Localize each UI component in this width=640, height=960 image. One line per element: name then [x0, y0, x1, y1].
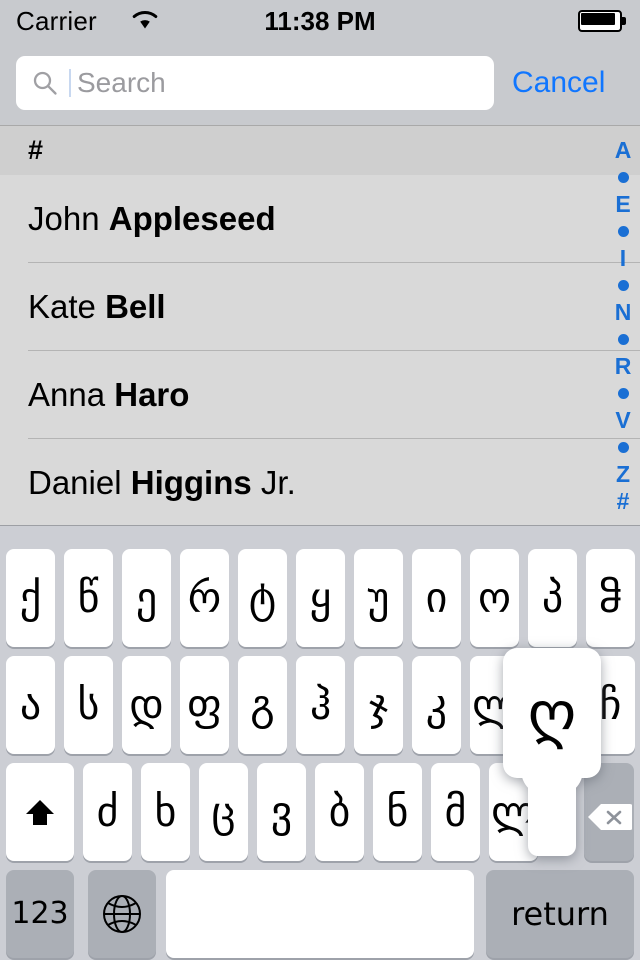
- shift-key[interactable]: [6, 763, 74, 861]
- key-0-row2[interactable]: ა: [6, 656, 55, 754]
- contact-first-name: Kate: [28, 288, 106, 325]
- index-dot[interactable]: [617, 380, 629, 407]
- key-10-row1[interactable]: ჵ: [586, 549, 635, 647]
- key-3-row1[interactable]: რ: [180, 549, 229, 647]
- section-header-label: #: [28, 135, 44, 165]
- section-header: #: [0, 125, 640, 175]
- key-3-row3[interactable]: ვ: [257, 763, 306, 861]
- contact-name: Daniel Higgins Jr.: [28, 464, 296, 502]
- contact-name: John Appleseed: [28, 200, 276, 238]
- contact-first-name: Anna: [28, 376, 115, 413]
- key-popup-preview: ღ: [503, 648, 601, 856]
- list-item[interactable]: Daniel Higgins Jr.: [0, 439, 640, 525]
- contacts-list[interactable]: # John Appleseed Kate Bell Anna Haro Dan…: [0, 125, 640, 525]
- index-dot[interactable]: [617, 164, 629, 191]
- list-item[interactable]: Anna Haro: [0, 351, 640, 439]
- keyboard-row-4: 123 return: [0, 870, 640, 958]
- clock-label: 11:38 PM: [264, 6, 376, 36]
- search-placeholder: Search: [77, 67, 166, 98]
- text-caret: [69, 69, 71, 97]
- contact-first-name: John: [28, 200, 109, 237]
- key-0-row3[interactable]: ძ: [83, 763, 132, 861]
- key-6-row2[interactable]: ჯ: [354, 656, 403, 754]
- key-5-row2[interactable]: ჰ: [296, 656, 345, 754]
- key-4-row3[interactable]: ბ: [315, 763, 364, 861]
- keyboard-row-1: ქწერტყუიოპჵ: [0, 549, 640, 647]
- contact-name: Kate Bell: [28, 288, 166, 326]
- index-letter-a[interactable]: A: [615, 137, 632, 164]
- contact-last-name: Haro: [114, 376, 190, 413]
- key-6-row3[interactable]: მ: [431, 763, 480, 861]
- key-6-row1[interactable]: უ: [354, 549, 403, 647]
- return-key[interactable]: return: [486, 870, 634, 958]
- key-7-row1[interactable]: ი: [412, 549, 461, 647]
- key-2-row3[interactable]: ც: [199, 763, 248, 861]
- index-letter-n[interactable]: N: [615, 299, 632, 326]
- list-item[interactable]: Kate Bell: [0, 263, 640, 351]
- globe-icon: [100, 892, 144, 936]
- georgian-keyboard: ქწერტყუიოპჵ ღ ასდფგჰჯკლღჩ ძხცვ: [0, 525, 640, 960]
- key-1-row2[interactable]: ს: [64, 656, 113, 754]
- key-popup-char: ღ: [503, 648, 601, 778]
- index-letter-v[interactable]: V: [615, 407, 630, 434]
- key-1-row3[interactable]: ხ: [141, 763, 190, 861]
- cancel-button[interactable]: Cancel: [512, 56, 605, 110]
- index-letter-e[interactable]: E: [615, 191, 630, 218]
- contact-name: Anna Haro: [28, 376, 189, 414]
- contact-last-name: Bell: [105, 288, 166, 325]
- index-letter-z[interactable]: Z: [616, 461, 630, 488]
- key-7-row2[interactable]: კ: [412, 656, 461, 754]
- search-icon: [32, 70, 58, 96]
- index-letter-#[interactable]: #: [617, 488, 630, 515]
- index-letter-i[interactable]: I: [620, 245, 626, 272]
- index-letter-r[interactable]: R: [615, 353, 632, 380]
- section-index-bar[interactable]: A E I N R V Z #: [606, 137, 640, 517]
- index-dot[interactable]: [617, 434, 629, 461]
- key-2-row1[interactable]: ე: [122, 549, 171, 647]
- index-dot[interactable]: [617, 218, 629, 245]
- list-item[interactable]: John Appleseed: [0, 175, 640, 263]
- key-4-row1[interactable]: ტ: [238, 549, 287, 647]
- key-3-row2[interactable]: ფ: [180, 656, 229, 754]
- key-1-row1[interactable]: წ: [64, 549, 113, 647]
- contact-first-name: Daniel: [28, 464, 131, 501]
- index-dot[interactable]: [617, 272, 629, 299]
- key-8-row1[interactable]: ო: [470, 549, 519, 647]
- key-5-row1[interactable]: ყ: [296, 549, 345, 647]
- space-key[interactable]: [166, 870, 474, 958]
- keyboard-row-2: ღ ასდფგჰჯკლღჩ: [0, 648, 640, 856]
- globe-key[interactable]: [88, 870, 156, 958]
- battery-full-icon: [578, 10, 626, 32]
- shift-icon: [23, 795, 57, 829]
- numbers-key[interactable]: 123: [6, 870, 74, 958]
- status-bar: Carrier 11:38 PM: [0, 0, 640, 40]
- key-9-row1[interactable]: პ: [528, 549, 577, 647]
- key-5-row3[interactable]: ნ: [373, 763, 422, 861]
- contact-last-name: Higgins: [130, 464, 252, 501]
- search-input[interactable]: Search: [16, 56, 494, 110]
- contact-suffix: Jr.: [251, 464, 296, 501]
- key-4-row2[interactable]: გ: [238, 656, 287, 754]
- key-0-row1[interactable]: ქ: [6, 549, 55, 647]
- search-bar: Search Cancel: [0, 40, 640, 125]
- contact-last-name: Appleseed: [108, 200, 276, 237]
- index-dot[interactable]: [617, 326, 629, 353]
- key-2-row2[interactable]: დ: [122, 656, 171, 754]
